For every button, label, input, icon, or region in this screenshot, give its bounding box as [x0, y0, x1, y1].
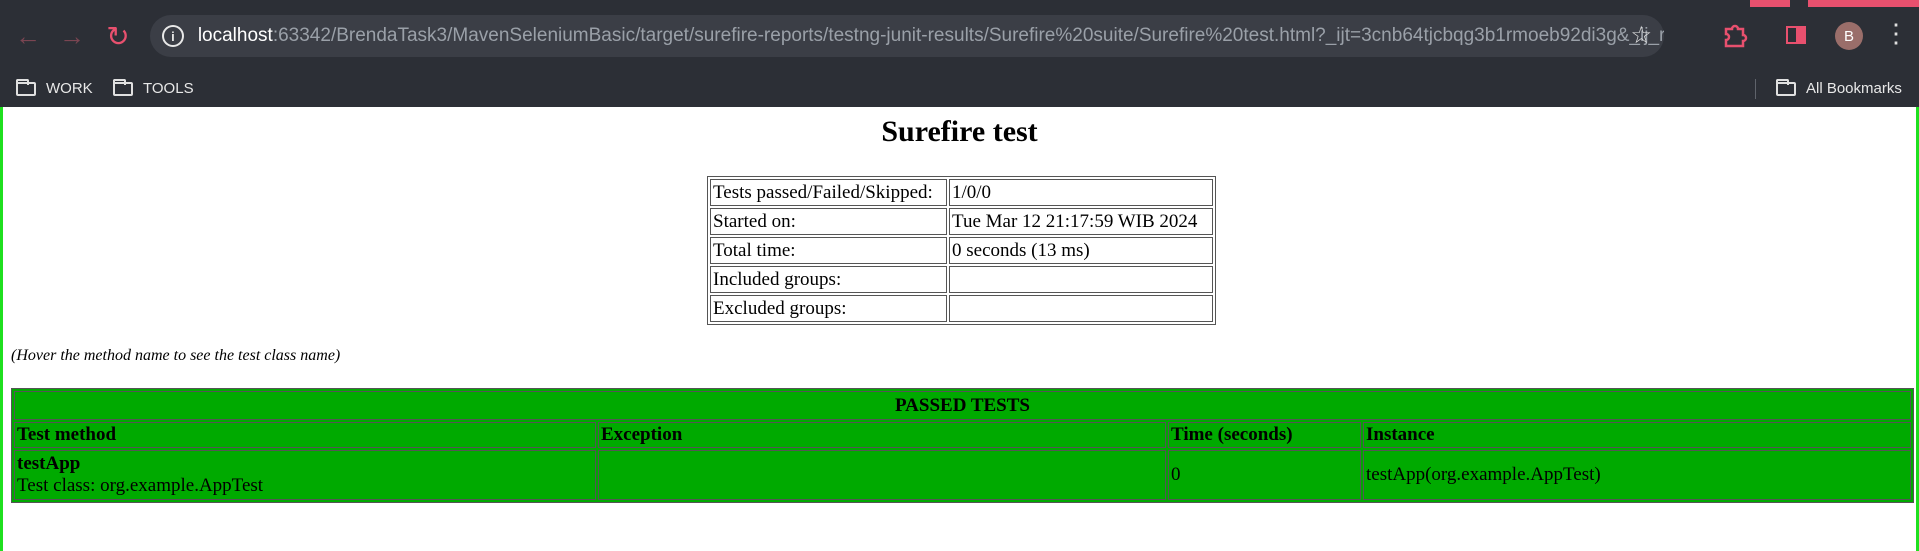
- arrow-right-icon: →: [59, 20, 85, 51]
- summary-key: Excluded groups:: [710, 295, 947, 322]
- url-text[interactable]: localhost:63342/BrendaTask3/MavenSeleniu…: [198, 25, 1664, 47]
- side-panel-icon[interactable]: [1786, 22, 1812, 48]
- page-title: Surefire test: [881, 115, 1038, 148]
- address-bar[interactable]: i localhost:63342/BrendaTask3/MavenSelen…: [150, 15, 1664, 57]
- summary-key: Total time:: [710, 237, 947, 264]
- tab-strip-accent: [1750, 0, 1790, 7]
- report-page: Surefire test Tests passed/Failed/Skippe…: [3, 107, 1916, 551]
- summary-value: [949, 295, 1213, 322]
- summary-value: 1/0/0: [949, 179, 1213, 206]
- arrow-left-icon: ←: [15, 20, 41, 51]
- passed-tests-caption: PASSED TESTS: [14, 391, 1911, 420]
- bookmark-label: WORK: [46, 80, 93, 97]
- url-path: :63342/BrendaTask3/MavenSeleniumBasic/ta…: [272, 25, 1664, 46]
- bookmark-label: TOOLS: [143, 80, 194, 97]
- column-header-exception: Exception: [598, 422, 1166, 448]
- browser-toolbar: ← → ↻ i localhost:63342/BrendaTask3/Mave…: [0, 0, 1919, 70]
- forward-button[interactable]: →: [50, 14, 94, 58]
- reload-button[interactable]: ↻: [96, 14, 140, 58]
- all-bookmarks-label: All Bookmarks: [1806, 80, 1902, 97]
- column-header-test-method: Test method: [14, 422, 596, 448]
- all-bookmarks-button[interactable]: All Bookmarks: [1776, 70, 1902, 107]
- test-method-name[interactable]: testApp: [17, 453, 80, 474]
- hover-note: (Hover the method name to see the test c…: [11, 347, 341, 364]
- column-header-instance: Instance: [1363, 422, 1911, 448]
- summary-row: Started on: Tue Mar 12 21:17:59 WIB 2024: [710, 208, 1213, 235]
- summary-key: Included groups:: [710, 266, 947, 293]
- passed-tests-table: PASSED TESTS Test method Exception Time …: [11, 388, 1914, 503]
- bookmark-folder-tools[interactable]: TOOLS: [113, 70, 194, 107]
- summary-value: 0 seconds (13 ms): [949, 237, 1213, 264]
- site-info-icon[interactable]: i: [162, 25, 184, 47]
- url-host: localhost: [197, 25, 273, 46]
- tab-strip-accent: [1808, 0, 1919, 7]
- time-cell: 0: [1168, 450, 1361, 500]
- summary-row: Total time: 0 seconds (13 ms): [710, 237, 1213, 264]
- more-menu-icon[interactable]: ⋮: [1883, 18, 1909, 49]
- back-button[interactable]: ←: [6, 14, 50, 58]
- table-header-row: Test method Exception Time (seconds) Ins…: [14, 422, 1911, 448]
- instance-cell: testApp(org.example.AppTest): [1363, 450, 1911, 500]
- folder-icon: [1776, 78, 1796, 96]
- bookmarks-divider: [1755, 79, 1756, 99]
- summary-value: [949, 266, 1213, 293]
- folder-icon: [113, 78, 133, 96]
- bookmark-star-icon[interactable]: ☆: [1630, 21, 1652, 50]
- exception-cell: [598, 450, 1166, 500]
- column-header-time: Time (seconds): [1168, 422, 1361, 448]
- extensions-puzzle-icon[interactable]: [1720, 20, 1750, 50]
- test-class-name: Test class: org.example.AppTest: [17, 475, 264, 496]
- table-row: testApp Test class: org.example.AppTest …: [14, 450, 1911, 500]
- folder-icon: [16, 78, 36, 96]
- summary-value: Tue Mar 12 21:17:59 WIB 2024: [949, 208, 1213, 235]
- summary-table: Tests passed/Failed/Skipped: 1/0/0 Start…: [707, 176, 1216, 325]
- summary-row: Tests passed/Failed/Skipped: 1/0/0: [710, 179, 1213, 206]
- summary-key: Tests passed/Failed/Skipped:: [710, 179, 947, 206]
- reload-icon: ↻: [106, 20, 130, 52]
- avatar[interactable]: B: [1835, 22, 1863, 50]
- bookmark-folder-work[interactable]: WORK: [16, 70, 93, 107]
- summary-row: Included groups:: [710, 266, 1213, 293]
- test-method-cell: testApp Test class: org.example.AppTest: [14, 450, 596, 500]
- summary-key: Started on:: [710, 208, 947, 235]
- bookmarks-bar: WORK TOOLS All Bookmarks: [0, 70, 1919, 107]
- summary-row: Excluded groups:: [710, 295, 1213, 322]
